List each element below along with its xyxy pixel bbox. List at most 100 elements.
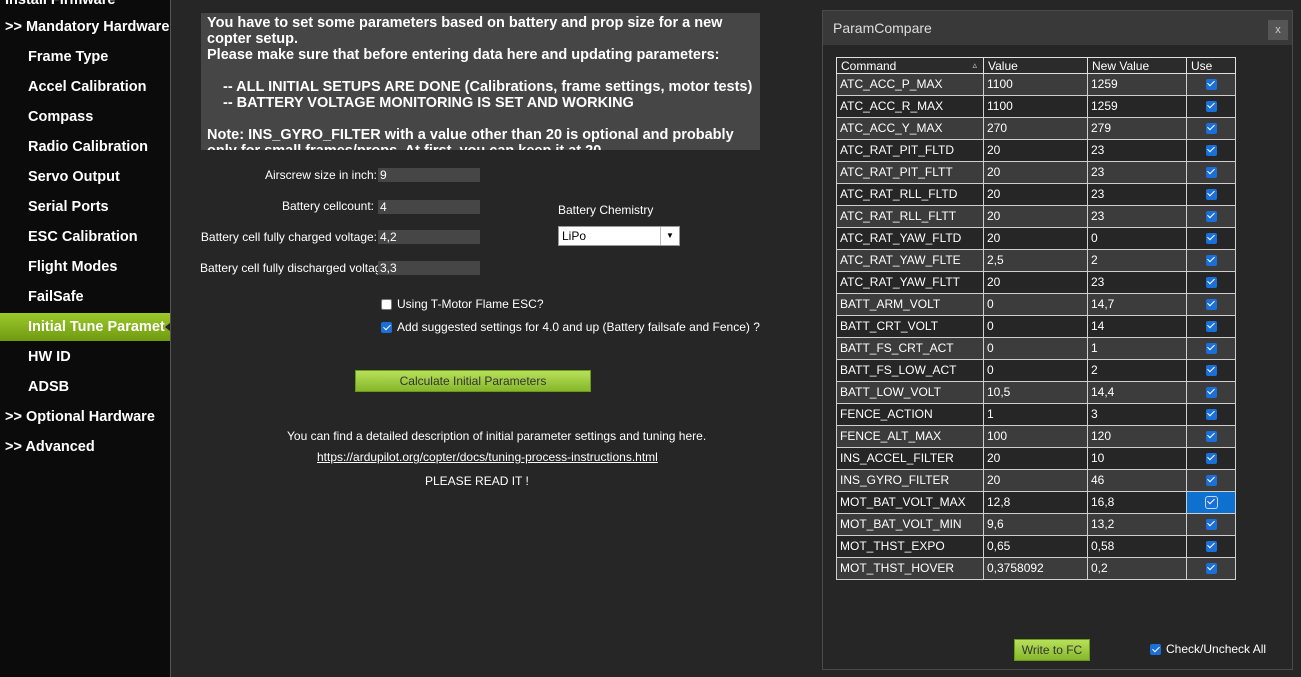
use-checkbox[interactable]	[1205, 189, 1217, 201]
use-checkbox[interactable]	[1205, 145, 1217, 157]
sidebar-item-failsafe[interactable]: FailSafe	[0, 283, 170, 311]
table-row[interactable]: ATC_RAT_YAW_FLTE 2,5 2	[836, 249, 1236, 272]
use-checkbox[interactable]	[1205, 343, 1217, 355]
airscrew-input[interactable]: 9	[378, 168, 480, 182]
table-row[interactable]: ATC_RAT_PIT_FLTT 20 23	[836, 161, 1236, 184]
table-row[interactable]: ATC_RAT_YAW_FLTD 20 0	[836, 227, 1236, 250]
sidebar-item-accel-calibration[interactable]: Accel Calibration	[0, 73, 170, 101]
sidebar-item-adsb[interactable]: ADSB	[0, 373, 170, 401]
table-row[interactable]: ATC_RAT_YAW_FLTT 20 23	[836, 271, 1236, 294]
sidebar-item-servo-output[interactable]: Servo Output	[0, 163, 170, 191]
cell-new-value: 23	[1087, 183, 1187, 206]
check-all-label: Check/Uncheck All	[1166, 642, 1267, 656]
cell-new-value: 14,7	[1087, 293, 1187, 316]
cell-new-value: 1259	[1087, 73, 1187, 96]
tuning-docs-link[interactable]: https://ardupilot.org/copter/docs/tuning…	[317, 450, 658, 464]
use-checkbox[interactable]	[1205, 409, 1217, 421]
table-row[interactable]: BATT_FS_CRT_ACT 0 1	[836, 337, 1236, 360]
use-checkbox[interactable]	[1205, 79, 1217, 91]
sidebar-item-radio-calibration[interactable]: Radio Calibration	[0, 133, 170, 161]
cell-value: 20	[983, 139, 1088, 162]
table-row[interactable]: ATC_RAT_RLL_FLTT 20 23	[836, 205, 1236, 228]
use-checkbox[interactable]	[1205, 277, 1217, 289]
table-row[interactable]: FENCE_ALT_MAX 100 120	[836, 425, 1236, 448]
column-header-new-value[interactable]: New Value	[1087, 57, 1187, 74]
use-checkbox[interactable]	[1205, 387, 1217, 399]
close-icon[interactable]: x	[1268, 20, 1288, 40]
sidebar-item-optional-hardware[interactable]: >> Optional Hardware	[0, 403, 170, 431]
cell-value: 20	[983, 469, 1088, 492]
sidebar-item-install-firmware[interactable]: Install Firmware	[0, 0, 170, 14]
use-checkbox[interactable]	[1205, 365, 1217, 377]
use-checkbox[interactable]	[1205, 453, 1217, 465]
use-checkbox[interactable]	[1205, 255, 1217, 267]
cell-new-value: 23	[1087, 161, 1187, 184]
use-checkbox[interactable]	[1205, 563, 1217, 575]
cell-use	[1186, 315, 1236, 338]
charged-voltage-label: Battery cell fully charged voltage:	[200, 230, 377, 244]
battery-chemistry-select[interactable]: LiPo ▼	[558, 226, 680, 246]
write-to-fc-button[interactable]: Write to FC	[1014, 639, 1090, 661]
column-header-use[interactable]: Use	[1186, 57, 1236, 74]
cell-new-value: 14,4	[1087, 381, 1187, 404]
cellcount-input[interactable]: 4	[378, 200, 480, 214]
cell-new-value: 2	[1087, 359, 1187, 382]
sidebar-item-flight-modes[interactable]: Flight Modes	[0, 253, 170, 281]
check-all-checkbox[interactable]	[1150, 644, 1161, 655]
cell-value: 0	[983, 337, 1088, 360]
column-header-value[interactable]: Value	[983, 57, 1088, 74]
table-row[interactable]: INS_ACCEL_FILTER 20 10	[836, 447, 1236, 470]
table-row[interactable]: ATC_RAT_RLL_FLTD 20 23	[836, 183, 1236, 206]
use-checkbox[interactable]	[1205, 475, 1217, 487]
discharged-voltage-input[interactable]: 3,3	[378, 261, 480, 275]
use-checkbox[interactable]	[1205, 299, 1217, 311]
table-row[interactable]: INS_GYRO_FILTER 20 46	[836, 469, 1236, 492]
table-row[interactable]: ATC_ACC_P_MAX 1100 1259	[836, 73, 1236, 96]
cell-use	[1186, 271, 1236, 294]
calculate-parameters-button[interactable]: Calculate Initial Parameters	[355, 370, 591, 392]
table-row[interactable]: BATT_CRT_VOLT 0 14	[836, 315, 1236, 338]
table-row[interactable]: BATT_LOW_VOLT 10,5 14,4	[836, 381, 1236, 404]
table-row[interactable]: BATT_ARM_VOLT 0 14,7	[836, 293, 1236, 316]
use-checkbox[interactable]	[1205, 497, 1217, 509]
column-header-command[interactable]: Command ▵	[836, 57, 984, 74]
use-checkbox[interactable]	[1205, 167, 1217, 179]
cell-value: 0,65	[983, 535, 1088, 558]
sidebar-item-compass[interactable]: Compass	[0, 103, 170, 131]
cell-use	[1186, 73, 1236, 96]
discharged-voltage-label: Battery cell fully discharged voltage:	[200, 261, 392, 275]
sidebar-item-esc-calibration[interactable]: ESC Calibration	[0, 223, 170, 251]
use-checkbox[interactable]	[1205, 211, 1217, 223]
table-row[interactable]: MOT_BAT_VOLT_MIN 9,6 13,2	[836, 513, 1236, 536]
table-row[interactable]: ATC_RAT_PIT_FLTD 20 23	[836, 139, 1236, 162]
cell-value: 20	[983, 183, 1088, 206]
use-checkbox[interactable]	[1205, 233, 1217, 245]
table-row[interactable]: MOT_BAT_VOLT_MAX 12,8 16,8	[836, 491, 1236, 514]
sidebar-item-frame-type[interactable]: Frame Type	[0, 43, 170, 71]
tmotor-checkbox[interactable]	[381, 299, 392, 310]
use-checkbox[interactable]	[1205, 541, 1217, 553]
table-row[interactable]: ATC_ACC_R_MAX 1100 1259	[836, 95, 1236, 118]
suggested-settings-checkbox[interactable]	[381, 322, 392, 333]
cell-new-value: 2	[1087, 249, 1187, 272]
charged-voltage-input[interactable]: 4,2	[378, 230, 480, 244]
use-checkbox[interactable]	[1205, 519, 1217, 531]
table-row[interactable]: ATC_ACC_Y_MAX 270 279	[836, 117, 1236, 140]
cell-use	[1186, 447, 1236, 470]
table-row[interactable]: MOT_THST_EXPO 0,65 0,58	[836, 535, 1236, 558]
cell-use	[1186, 381, 1236, 404]
use-checkbox[interactable]	[1205, 123, 1217, 135]
cell-new-value: 23	[1087, 205, 1187, 228]
sidebar-item-mandatory-hardware[interactable]: >> Mandatory Hardware	[0, 13, 170, 41]
table-row[interactable]: BATT_FS_LOW_ACT 0 2	[836, 359, 1236, 382]
sidebar-item-initial-tune-paramet[interactable]: Initial Tune Paramet	[0, 313, 170, 341]
sidebar-item-advanced[interactable]: >> Advanced	[0, 433, 170, 461]
sidebar-item-serial-ports[interactable]: Serial Ports	[0, 193, 170, 221]
table-row[interactable]: MOT_THST_HOVER 0,3758092 0,2	[836, 557, 1236, 580]
table-row[interactable]: FENCE_ACTION 1 3	[836, 403, 1236, 426]
use-checkbox[interactable]	[1205, 101, 1217, 113]
sidebar-item-hw-id[interactable]: HW ID	[0, 343, 170, 371]
chevron-down-icon[interactable]: ▼	[660, 227, 679, 245]
use-checkbox[interactable]	[1205, 321, 1217, 333]
use-checkbox[interactable]	[1205, 431, 1217, 443]
